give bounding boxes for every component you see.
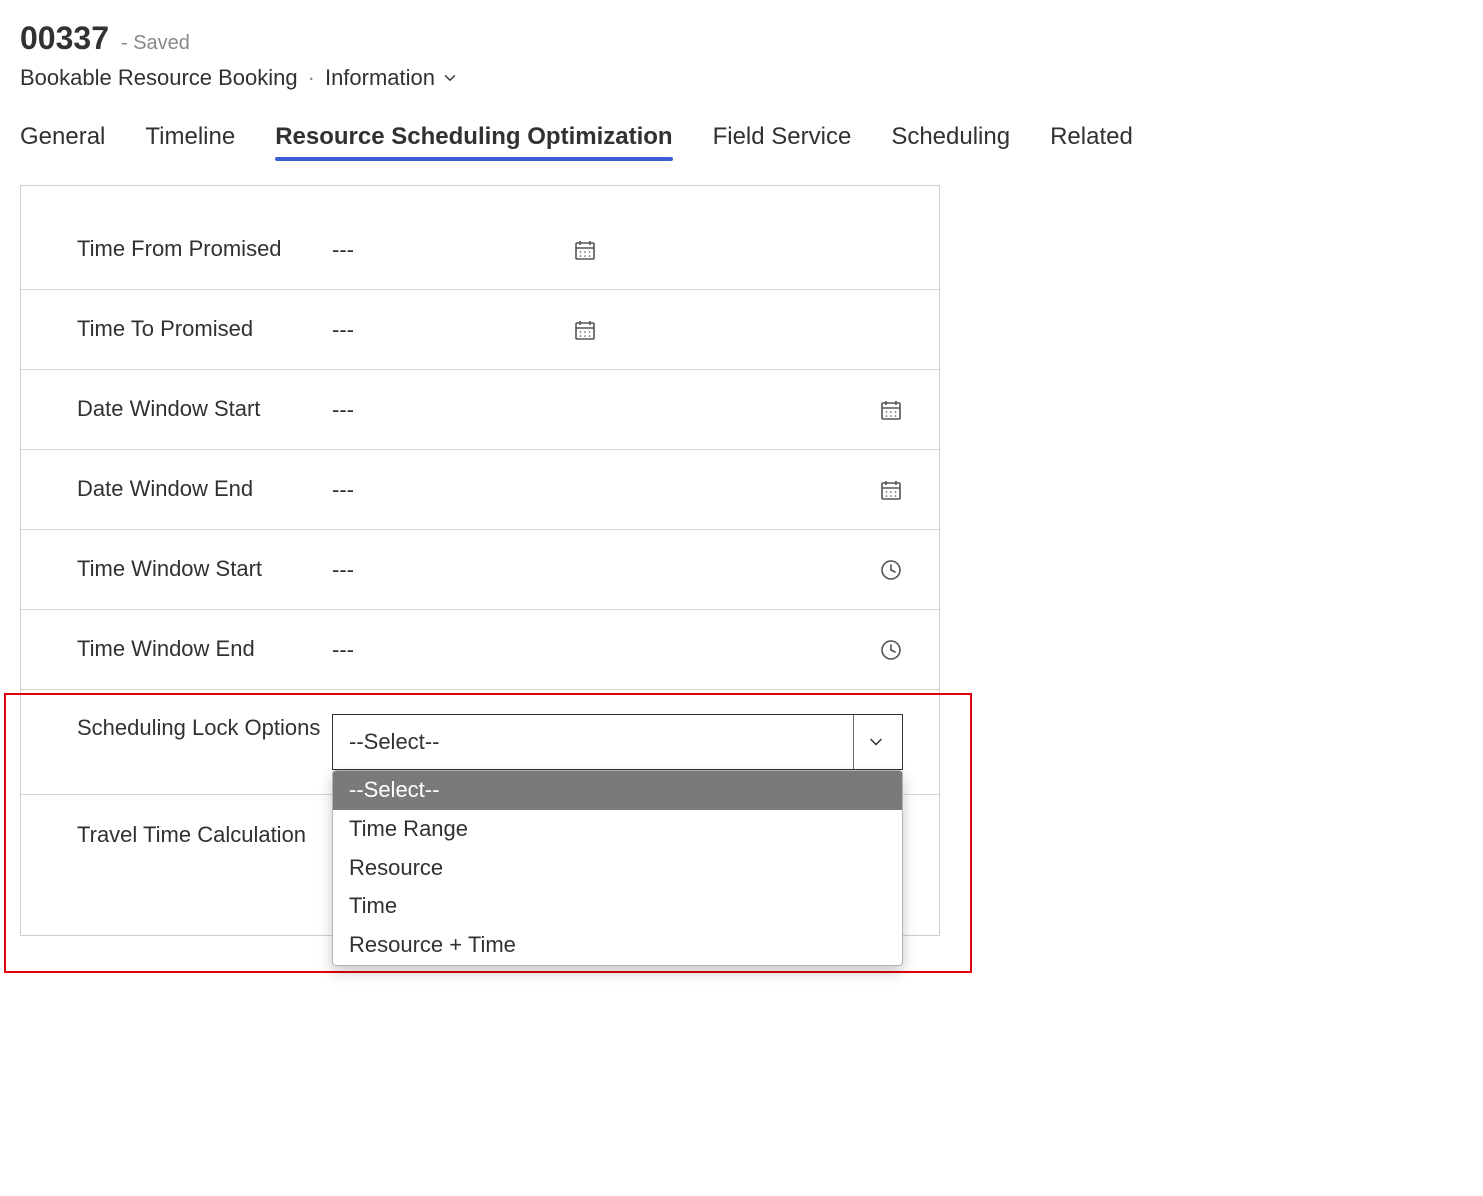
chevron-down-icon	[866, 732, 886, 752]
field-label: Time Window End	[77, 635, 332, 664]
field-value: ---	[332, 397, 354, 423]
chevron-down-icon	[441, 69, 459, 87]
field-label: Date Window End	[77, 475, 332, 504]
dropdown-option-resource[interactable]: Resource	[333, 849, 902, 888]
clock-icon	[879, 558, 903, 582]
form-panel: Time From Promised --- Time To Promised …	[20, 185, 940, 936]
tab-field-service[interactable]: Field Service	[713, 123, 852, 161]
breadcrumb-separator: ·	[308, 65, 315, 91]
dropdown-option-time-range[interactable]: Time Range	[333, 810, 902, 849]
field-date-window-end[interactable]: Date Window End ---	[21, 450, 939, 530]
calendar-icon	[573, 238, 597, 262]
field-label: Travel Time Calculation	[77, 821, 332, 850]
form-selector[interactable]: Information	[325, 65, 459, 91]
field-value: ---	[332, 637, 354, 663]
scheduling-lock-options-dropdown: --Select-- Time Range Resource Time Reso…	[332, 770, 903, 966]
field-label: Time From Promised	[77, 235, 332, 264]
tab-related[interactable]: Related	[1050, 123, 1133, 161]
breadcrumb: Bookable Resource Booking · Information	[20, 65, 1463, 91]
field-label: Time Window Start	[77, 555, 332, 584]
calendar-icon	[879, 478, 903, 502]
field-value: ---	[332, 317, 354, 343]
field-value: ---	[332, 237, 354, 263]
scheduling-lock-options-select[interactable]: --Select--	[332, 714, 903, 770]
entity-name: Bookable Resource Booking	[20, 65, 298, 91]
calendar-icon	[879, 398, 903, 422]
calendar-icon	[573, 318, 597, 342]
field-label: Date Window Start	[77, 395, 332, 424]
field-date-window-start[interactable]: Date Window Start ---	[21, 370, 939, 450]
dropdown-option-resource-time[interactable]: Resource + Time	[333, 926, 902, 965]
form-name: Information	[325, 65, 435, 91]
field-value: ---	[332, 557, 354, 583]
dropdown-option-time[interactable]: Time	[333, 887, 902, 926]
field-time-from-promised[interactable]: Time From Promised ---	[21, 210, 939, 290]
select-value: --Select--	[349, 729, 439, 755]
record-header: 00337 - Saved Bookable Resource Booking …	[20, 20, 1463, 91]
save-status: - Saved	[121, 32, 190, 55]
dropdown-option-select[interactable]: --Select--	[333, 771, 902, 810]
field-time-window-end[interactable]: Time Window End ---	[21, 610, 939, 690]
field-label: Time To Promised	[77, 315, 332, 344]
record-title: 00337	[20, 20, 109, 57]
tab-timeline[interactable]: Timeline	[145, 123, 235, 161]
tab-resource-scheduling-optimization[interactable]: Resource Scheduling Optimization	[275, 123, 672, 161]
tab-scheduling[interactable]: Scheduling	[891, 123, 1010, 161]
clock-icon	[879, 638, 903, 662]
tab-list: General Timeline Resource Scheduling Opt…	[20, 123, 1463, 161]
tab-general[interactable]: General	[20, 123, 105, 161]
field-time-window-start[interactable]: Time Window Start ---	[21, 530, 939, 610]
field-label: Scheduling Lock Options	[77, 714, 332, 743]
field-value: ---	[332, 477, 354, 503]
field-scheduling-lock-options: Scheduling Lock Options --Select-- --Sel…	[21, 690, 939, 795]
field-time-to-promised[interactable]: Time To Promised ---	[21, 290, 939, 370]
